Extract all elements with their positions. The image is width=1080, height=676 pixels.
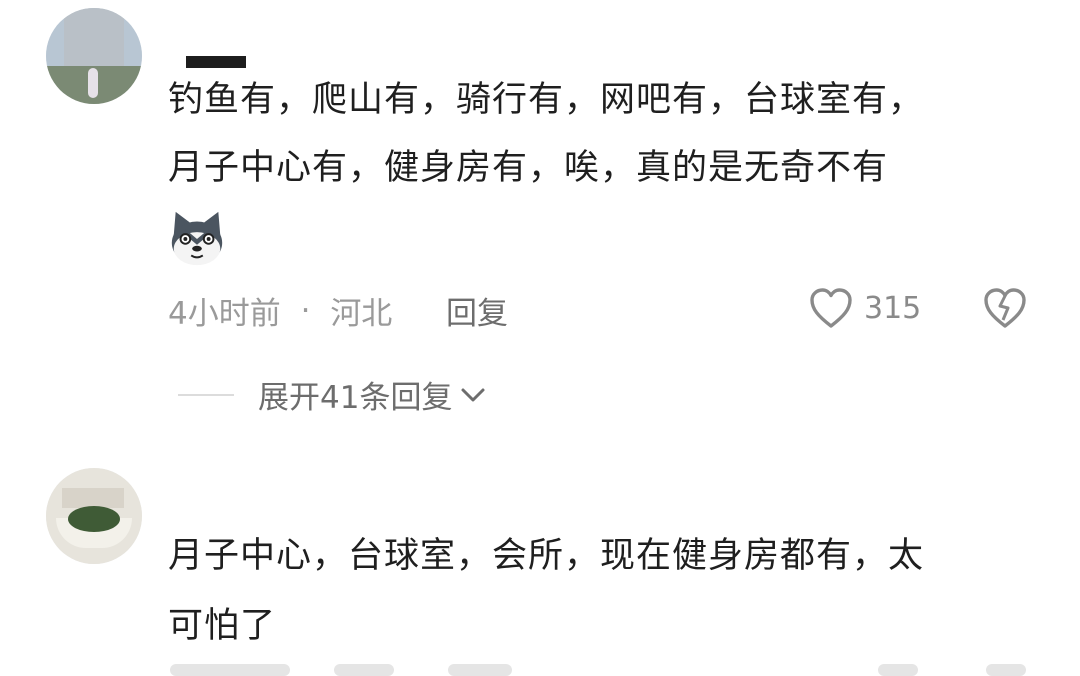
cropped-meta-row <box>448 664 512 676</box>
comment-text-line: 钓鱼有，爬山有，骑行有，网吧有，台球室有， <box>168 80 925 120</box>
timestamp: 4小时前 <box>168 296 281 332</box>
chevron-down-icon <box>461 388 485 401</box>
expand-replies-label: 展开41条回复 <box>258 380 453 416</box>
divider-line <box>178 393 234 396</box>
meta-separator: · <box>300 292 311 329</box>
comment-text-line: 可怕了 <box>168 606 277 646</box>
avatar[interactable] <box>46 8 142 104</box>
dog-face-emoji-icon <box>171 211 223 266</box>
comment-text-line: 月子中心有，健身房有，唉，真的是无奇不有 <box>168 148 889 188</box>
cropped-meta-row <box>170 664 290 676</box>
expand-replies-button[interactable]: 展开41条回复 <box>178 372 488 417</box>
cropped-dislike-icon <box>986 664 1026 676</box>
comment-text-line: 月子中心，台球室，会所，现在健身房都有，太 <box>168 536 925 576</box>
cropped-like-icon <box>878 664 918 676</box>
like-button[interactable]: 315 <box>808 284 921 332</box>
reply-button[interactable]: 回复 <box>446 288 508 333</box>
comment-meta: 4小时前 · 河北 <box>168 288 392 333</box>
location: 河北 <box>330 296 393 332</box>
avatar[interactable] <box>46 468 142 564</box>
cropped-meta-row <box>334 664 394 676</box>
heart-outline-icon <box>810 288 852 328</box>
like-count: 315 <box>864 290 922 326</box>
broken-heart-icon[interactable] <box>982 286 1028 330</box>
